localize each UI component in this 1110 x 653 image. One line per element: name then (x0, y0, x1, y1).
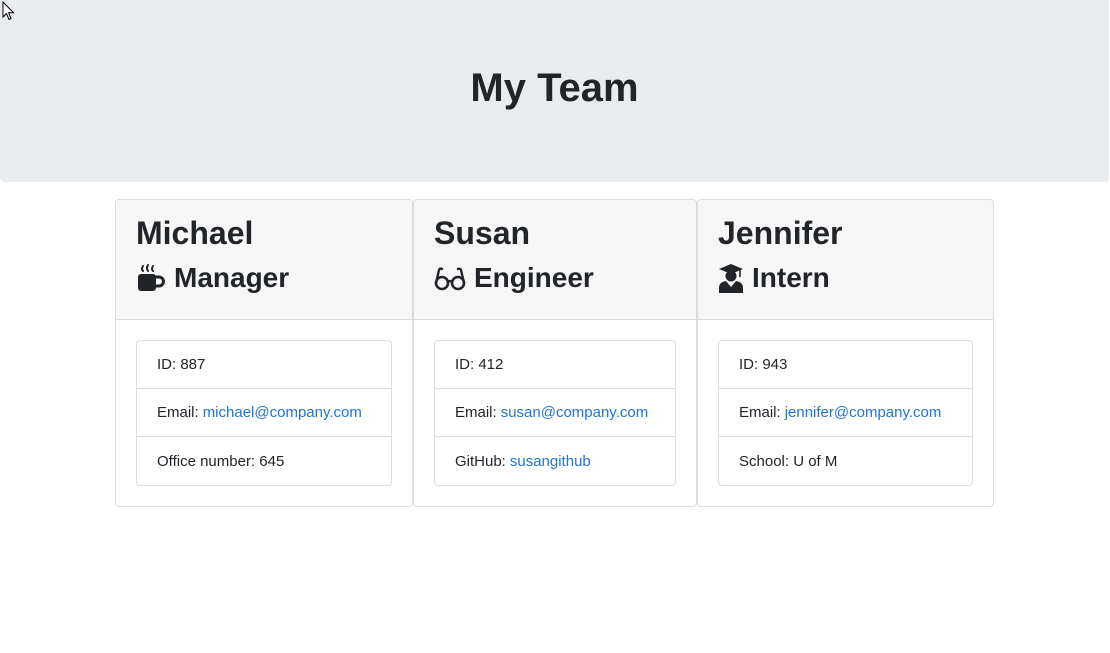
list-item-school: School: U of M (719, 437, 972, 485)
glasses-icon (434, 264, 466, 292)
list-item-id: ID: 412 (435, 341, 675, 389)
list-item-email: Email: jennifer@company.com (719, 389, 972, 437)
email-label: Email: (157, 404, 199, 421)
employee-name: Michael (136, 215, 254, 251)
github-label: GitHub: (455, 452, 506, 470)
employee-details: ID: 412 Email: susan@company.com GitHub:… (434, 340, 676, 486)
employee-card-engineer: Susan Engineer ID: 412 Email: susan@comp… (413, 199, 697, 507)
github-link[interactable]: susangithub (510, 453, 591, 470)
employee-role: Manager (136, 261, 392, 295)
list-item-github: GitHub: susangithub (435, 437, 675, 485)
office-number-text: Office number: 645 (157, 452, 285, 470)
employee-details: ID: 887 Email: michael@company.com Offic… (136, 340, 392, 486)
email-label: Email: (455, 404, 497, 421)
id-text: ID: 943 (739, 356, 788, 373)
list-item-office: Office number: 645 (137, 437, 391, 485)
card-header: Jennifer Intern (698, 200, 993, 320)
email-label: Email: (739, 404, 781, 421)
coffee-mug-icon (136, 264, 166, 292)
page-title: My Team (470, 66, 639, 110)
role-label: Engineer (474, 262, 594, 293)
list-item-id: ID: 943 (719, 341, 972, 389)
card-header: Michael Manager (116, 200, 412, 320)
header-jumbotron: My Team (0, 0, 1109, 182)
role-label: Manager (174, 262, 290, 293)
list-item-id: ID: 887 (137, 341, 391, 389)
team-cards: Michael Manager ID: 887 Email: michael@c… (115, 199, 994, 507)
employee-name: Jennifer (718, 215, 843, 251)
mouse-cursor-icon (2, 1, 15, 21)
school-text: School: U of M (739, 452, 838, 470)
graduate-icon (718, 263, 744, 293)
id-text: ID: 887 (157, 356, 206, 373)
email-link[interactable]: susan@company.com (501, 404, 649, 421)
id-text: ID: 412 (455, 356, 504, 373)
employee-role: Engineer (434, 261, 676, 295)
card-body: ID: 412 Email: susan@company.com GitHub:… (414, 320, 696, 506)
card-body: ID: 943 Email: jennifer@company.com Scho… (698, 320, 993, 506)
card-header: Susan Engineer (414, 200, 696, 320)
employee-name: Susan (434, 215, 531, 251)
role-label: Intern (752, 262, 830, 293)
card-body: ID: 887 Email: michael@company.com Offic… (116, 320, 412, 506)
employee-role: Intern (718, 261, 973, 295)
email-link[interactable]: jennifer@company.com (785, 404, 942, 421)
employee-card-manager: Michael Manager ID: 887 Email: michael@c… (115, 199, 413, 507)
list-item-email: Email: michael@company.com (137, 389, 391, 437)
list-item-email: Email: susan@company.com (435, 389, 675, 437)
email-link[interactable]: michael@company.com (203, 404, 362, 421)
employee-card-intern: Jennifer Intern ID: 943 Email: jennifer@… (697, 199, 994, 507)
employee-details: ID: 943 Email: jennifer@company.com Scho… (718, 340, 973, 486)
